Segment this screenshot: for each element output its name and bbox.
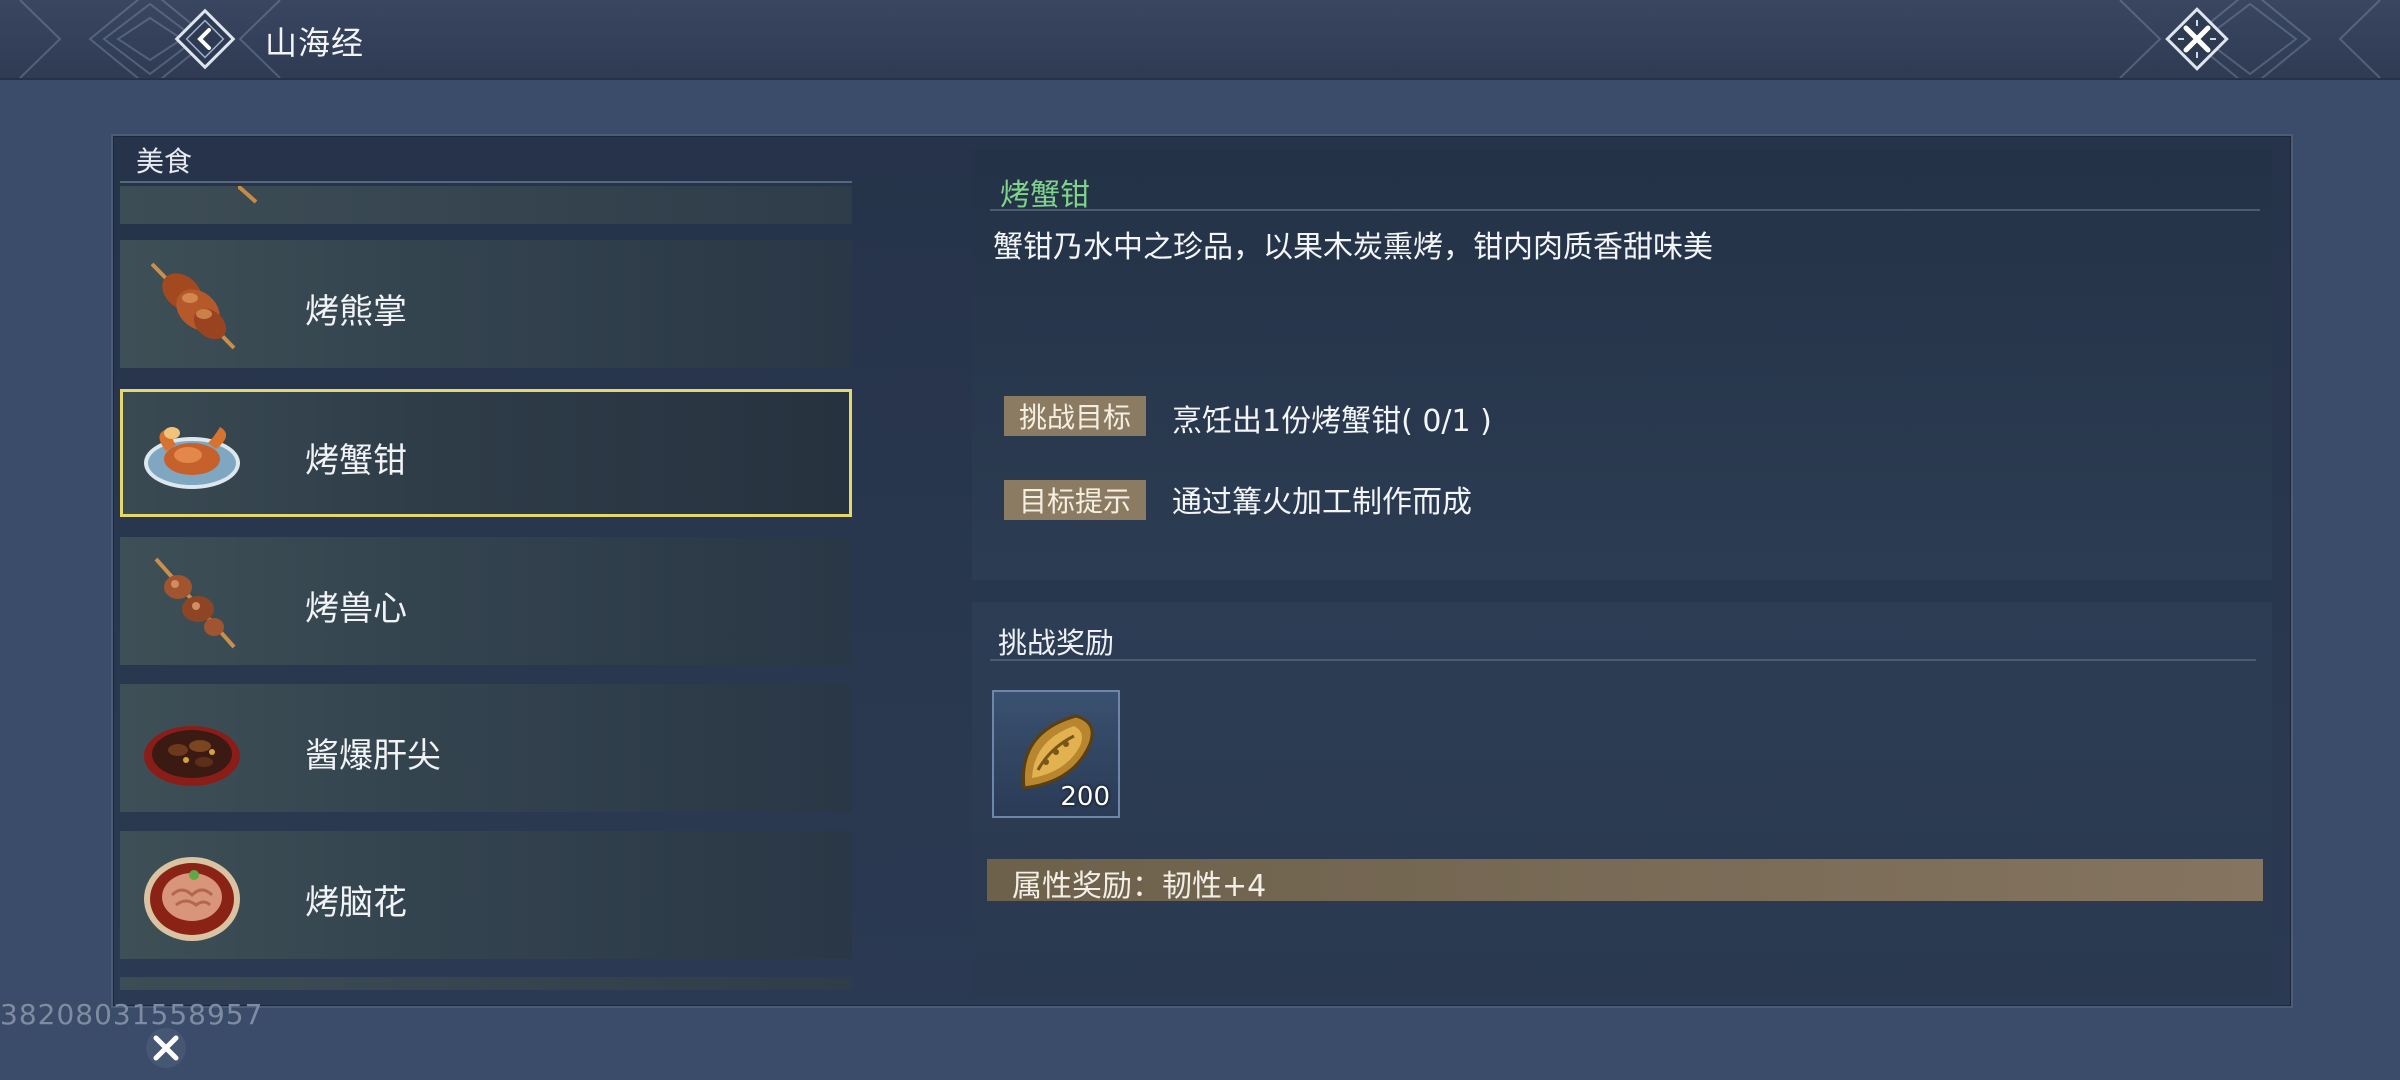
goal-hint-value: 通过篝火加工制作而成	[1172, 485, 1472, 520]
close-icon	[2165, 7, 2229, 71]
reward-item-slot[interactable]: 200	[992, 690, 1120, 818]
category-title: 美食	[136, 145, 193, 178]
detail-panel	[972, 150, 2272, 580]
user-id: 38208031558957	[0, 998, 264, 1031]
reward-item-count: 200	[1060, 782, 1110, 812]
bottom-close-button[interactable]	[140, 1022, 192, 1074]
close-x-icon	[146, 1028, 186, 1068]
list-item-label: 烤蟹钳	[305, 441, 407, 481]
list-item-label: 烤熊掌	[305, 292, 407, 332]
list-item-label: 烤兽心	[305, 589, 407, 629]
list-item[interactable]: 烤熊掌	[120, 240, 852, 368]
attribute-reward-text: 属性奖励：韧性+4	[1012, 869, 1267, 904]
list-item-selected[interactable]: 烤蟹钳	[120, 389, 852, 517]
top-bar: 山海经	[0, 0, 2400, 80]
sauteed-liver-icon	[144, 726, 240, 786]
list-item-label: 酱爆肝尖	[305, 736, 441, 776]
skewer-icon	[238, 186, 258, 204]
roast-beast-heart-icon	[154, 557, 236, 649]
list-item-label: 烤脑花	[305, 883, 407, 923]
detail-title: 烤蟹钳	[1000, 178, 1090, 213]
roast-bear-paw-icon	[150, 262, 236, 350]
back-arrow-icon	[174, 8, 236, 70]
list-item[interactable]: 酱爆肝尖	[120, 684, 852, 812]
back-button[interactable]	[170, 4, 240, 74]
goal-hint-tag: 目标提示	[1004, 480, 1146, 520]
page-title: 山海经	[265, 24, 365, 62]
food-list[interactable]: 烤熊掌 烤蟹钳 烤兽心 酱爆肝尖 烤脑花	[120, 186, 855, 990]
category-divider	[120, 181, 852, 183]
reward-title: 挑战奖励	[998, 626, 1115, 660]
roast-crab-claw-icon	[144, 427, 240, 489]
reward-panel	[972, 602, 2272, 996]
detail-divider	[990, 209, 2260, 211]
close-button[interactable]	[2160, 2, 2234, 76]
list-item-partial[interactable]	[120, 186, 852, 224]
roast-brain-icon	[144, 857, 240, 941]
decorative-pattern-right	[2119, 0, 2381, 78]
detail-description: 蟹钳乃水中之珍品，以果木炭熏烤，钳内肉质香甜味美	[993, 230, 1713, 265]
challenge-goal-tag: 挑战目标	[1004, 396, 1146, 436]
list-item-partial[interactable]	[120, 977, 852, 990]
list-item[interactable]: 烤兽心	[120, 537, 852, 665]
reward-divider	[990, 659, 2256, 661]
challenge-goal-value: 烹饪出1份烤蟹钳( 0/1 )	[1172, 404, 1492, 439]
list-item[interactable]: 烤脑花	[120, 831, 852, 959]
decorative-pattern-left	[19, 0, 281, 78]
